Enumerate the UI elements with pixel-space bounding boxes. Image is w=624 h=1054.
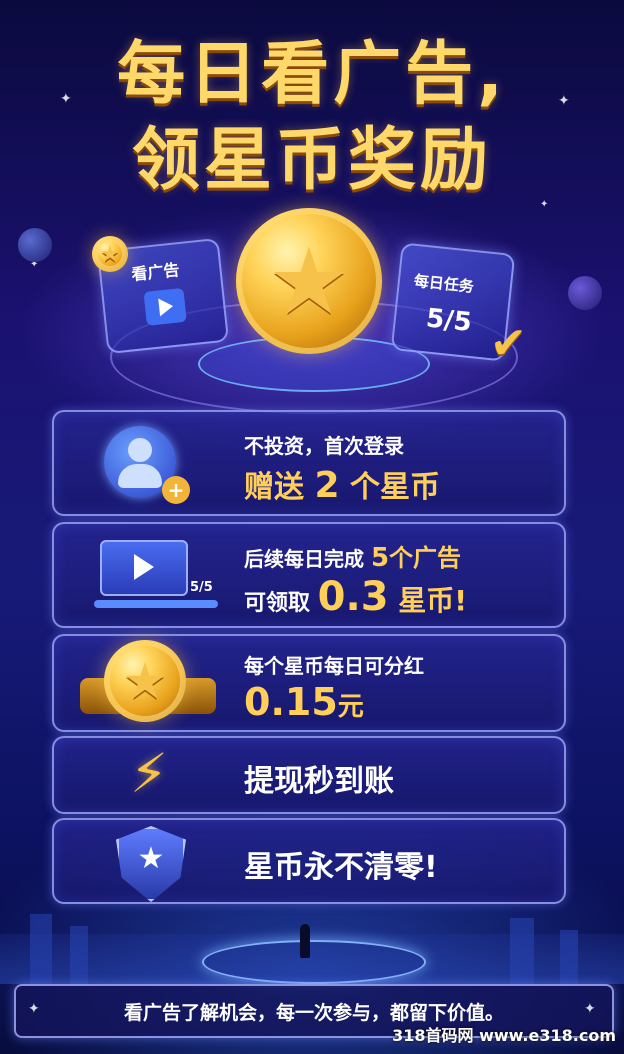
- daily-ads-reward-amount: 0.3: [317, 574, 389, 620]
- lightning-icon: ⚡: [130, 742, 168, 805]
- watch-ad-label: 看广告: [130, 260, 181, 285]
- headline-line-1: 每日看广告,: [117, 35, 507, 114]
- check-icon: ✔: [490, 318, 527, 369]
- person-silhouette: [300, 924, 310, 958]
- footer-text: 看广告了解机会，每一次参与，都留下价值。: [123, 1002, 504, 1024]
- daily-task-progress: 5/5: [424, 303, 474, 338]
- planet-right: [568, 276, 602, 310]
- signup-reward: 赠送 2 个星币: [244, 465, 440, 506]
- progress-bar: [94, 600, 218, 608]
- dividend-subtitle: 每个星币每日可分红: [244, 654, 424, 678]
- play-icon: [100, 540, 188, 596]
- shield-star-icon: ★: [116, 826, 186, 902]
- benefit-card-never-expire: ★ 星币永不清零!: [52, 818, 566, 904]
- big-star-coin-icon: ★: [236, 208, 382, 354]
- promo-poster: ✦ ✦ ✦ ✦ 每日看广告, 领星币奖励 看广告 ★ ★ 每日任务 5/5 ✔ …: [0, 0, 624, 1054]
- star-coin-icon: ★: [104, 640, 186, 722]
- never-expire-text: 星币永不清零!: [244, 850, 438, 885]
- watermark: 318首码网 www.e318.com: [392, 1026, 616, 1045]
- benefit-card-dividend: ★ 每个星币每日可分红 0.15元: [52, 634, 566, 732]
- benefit-card-withdraw: ⚡ 提现秒到账: [52, 736, 566, 814]
- daily-ads-subtitle: 后续每日完成 5个广告: [244, 543, 462, 573]
- star-coin-icon: ★: [92, 236, 128, 272]
- planet-left: [18, 228, 52, 262]
- signup-subtitle: 不投资，首次登录: [244, 434, 404, 458]
- plus-icon: +: [162, 476, 190, 504]
- benefit-card-daily-ads: 5/5 后续每日完成 5个广告 可领取 0.3 星币!: [52, 522, 566, 628]
- benefit-card-signup: + 不投资，首次登录 赠送 2 个星币: [52, 410, 566, 516]
- dividend-amount: 0.15元: [244, 680, 364, 724]
- play-icon: [143, 287, 187, 326]
- daily-ads-reward: 可领取 0.3 星币!: [244, 574, 468, 620]
- daily-task-label: 每日任务: [413, 271, 475, 297]
- sparkle-icon: ✦: [584, 1001, 596, 1017]
- stage-ring: [202, 940, 426, 984]
- withdraw-text: 提现秒到账: [244, 764, 394, 799]
- headline-line-2: 领星币奖励: [131, 121, 492, 200]
- signup-reward-amount: 2: [314, 465, 340, 506]
- progress-label: 5/5: [190, 580, 213, 595]
